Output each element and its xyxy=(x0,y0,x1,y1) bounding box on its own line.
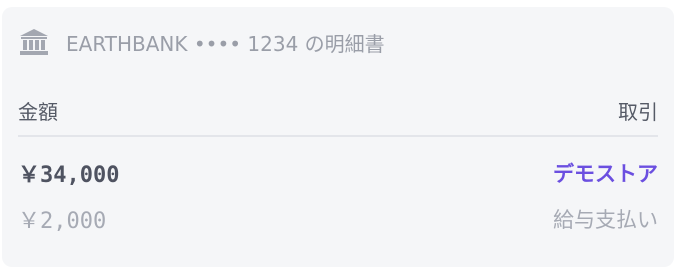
transaction-description: 給与支払い xyxy=(553,208,658,232)
secondary-amount: ￥2,000 xyxy=(18,209,107,234)
bank-icon xyxy=(18,26,50,58)
statement-title: EARTHBANK •••• 1234 の明細書 xyxy=(66,31,385,56)
transaction-amount: ￥34,000 xyxy=(18,163,120,188)
merchant-link[interactable]: デモストア xyxy=(553,158,658,188)
transaction-detail-row: ￥2,000 給与支払い xyxy=(18,203,658,235)
transaction-column-header: 取引 xyxy=(618,100,658,124)
transaction-row[interactable]: ￥34,000 デモストア xyxy=(18,157,658,189)
amount-column-header: 金額 xyxy=(18,100,58,124)
statement-card: EARTHBANK •••• 1234 の明細書 金額 取引 ￥34,000 デ… xyxy=(2,7,674,267)
statement-header: EARTHBANK •••• 1234 の明細書 xyxy=(18,26,385,58)
header-divider xyxy=(18,135,658,137)
